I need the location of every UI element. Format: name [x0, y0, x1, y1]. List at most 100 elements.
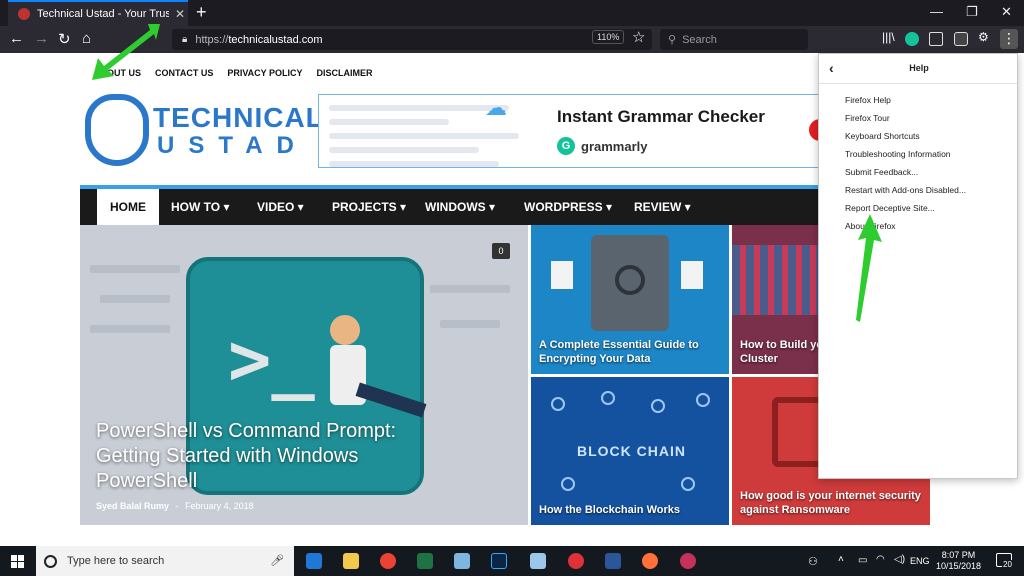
- wifi-icon[interactable]: ◠: [876, 554, 885, 565]
- tab-close-icon[interactable]: ✕: [175, 7, 185, 21]
- nav-home[interactable]: HOME: [97, 189, 159, 225]
- edge-app-icon[interactable]: [306, 553, 322, 569]
- nav-how-to[interactable]: HOW TO ▾: [171, 200, 229, 214]
- notes-app-icon[interactable]: [454, 553, 470, 569]
- help-menu-panel: ‹ Help Firefox Help Firefox Tour Keyboar…: [818, 53, 1018, 479]
- menu-item-submit-feedback[interactable]: Submit Feedback...: [819, 163, 1017, 181]
- file-explorer-app-icon[interactable]: [343, 553, 359, 569]
- top-link-disclaimer[interactable]: DISCLAIMER: [317, 68, 373, 78]
- volume-icon[interactable]: ◁): [894, 554, 905, 565]
- close-window-button[interactable]: ✕: [1001, 4, 1012, 20]
- people-icon[interactable]: ⚇: [808, 555, 818, 568]
- help-menu-list: Firefox Help Firefox Tour Keyboard Short…: [819, 84, 1017, 235]
- lock-icon: 🔒︎: [182, 34, 188, 45]
- clock-time: 8:07 PM: [941, 550, 976, 560]
- ad-banner[interactable]: ☁ Instant Grammar Checker G grammarly: [318, 94, 831, 168]
- nav-review[interactable]: REVIEW ▾: [634, 200, 691, 214]
- cloud-icon: ☁: [485, 95, 507, 120]
- remote-desktop-app-icon[interactable]: [530, 553, 546, 569]
- url-scheme: https://: [195, 33, 229, 46]
- zoom-level[interactable]: 110%: [592, 30, 625, 44]
- screenshot-icon[interactable]: [954, 32, 968, 46]
- forward-arrow-icon[interactable]: →: [34, 30, 49, 47]
- language-indicator[interactable]: ENG: [910, 556, 930, 566]
- library-icon[interactable]: |||\: [882, 30, 896, 44]
- site-logo[interactable]: TECHNICAL USTAD: [85, 94, 323, 168]
- ad-brand: G grammarly: [557, 137, 647, 155]
- logo-text-line1: TECHNICAL: [153, 102, 324, 133]
- app-icon[interactable]: [680, 553, 696, 569]
- menu-item-firefox-help[interactable]: Firefox Help: [819, 91, 1017, 109]
- back-arrow-icon[interactable]: ←: [9, 30, 24, 47]
- menu-item-about-firefox[interactable]: About Firefox: [819, 217, 1017, 235]
- word-app-icon[interactable]: [605, 553, 621, 569]
- excel-app-icon[interactable]: [417, 553, 433, 569]
- taskbar-search-box[interactable]: Type here to search 🎤︎: [36, 546, 294, 576]
- photoshop-app-icon[interactable]: [491, 553, 507, 569]
- firefox-app-icon[interactable]: [642, 553, 658, 569]
- card-title[interactable]: How good is your internet security again…: [740, 489, 925, 517]
- search-bar[interactable]: ⚲ Search: [660, 29, 808, 50]
- prompt-glyph: >_: [228, 317, 315, 401]
- vivaldi-app-icon[interactable]: [568, 553, 584, 569]
- hero-meta: Syed Balal Rumy - February 4, 2018: [96, 501, 254, 511]
- reload-icon[interactable]: ↻: [58, 30, 71, 48]
- extension-icon[interactable]: ⚙: [978, 30, 989, 44]
- document-icon: [551, 261, 573, 289]
- sidebar-icon[interactable]: [929, 32, 943, 46]
- logo-text-line2: USTAD: [157, 132, 308, 159]
- card-title[interactable]: How the Blockchain Works: [539, 503, 680, 517]
- nav-projects[interactable]: PROJECTS ▾: [332, 200, 406, 214]
- menu-item-firefox-tour[interactable]: Firefox Tour: [819, 109, 1017, 127]
- menu-kebab-icon[interactable]: ⋮: [1000, 29, 1018, 49]
- chevron-up-icon[interactable]: ˄: [838, 554, 844, 565]
- taskbar-clock[interactable]: 8:07 PM 10/15/2018: [936, 550, 981, 572]
- windows-start-icon[interactable]: [11, 555, 24, 568]
- restore-button[interactable]: ❐: [966, 4, 978, 20]
- nav-windows[interactable]: WINDOWS ▾: [425, 200, 495, 214]
- help-menu-header: ‹ Help: [819, 54, 1017, 84]
- minimize-button[interactable]: —: [930, 4, 943, 19]
- hero-author[interactable]: Syed Balal Rumy: [96, 501, 169, 511]
- document-icon: [681, 261, 703, 289]
- menu-item-report-deceptive[interactable]: Report Deceptive Site...: [819, 199, 1017, 217]
- menu-item-troubleshooting[interactable]: Troubleshooting Information: [819, 145, 1017, 163]
- cortana-icon: [44, 554, 57, 568]
- comment-count-badge[interactable]: 0: [492, 243, 510, 259]
- clock-date: 10/15/2018: [936, 561, 982, 571]
- hero-date: February 4, 2018: [185, 501, 254, 511]
- card-title[interactable]: A Complete Essential Guide to Encrypting…: [539, 338, 729, 366]
- person-illustration: [330, 315, 360, 345]
- top-link-privacy[interactable]: PRIVACY POLICY: [227, 68, 302, 78]
- search-placeholder: Search: [682, 33, 717, 46]
- search-icon: ⚲: [668, 34, 677, 46]
- annotation-arrow-icon: [856, 214, 882, 322]
- main-nav: HOME HOW TO ▾ VIDEO ▾ PROJECTS ▾ WINDOWS…: [80, 189, 930, 225]
- taskbar-search-placeholder: Type here to search: [67, 555, 165, 567]
- hero-title[interactable]: PowerShell vs Command Prompt: Getting St…: [96, 419, 416, 494]
- grammarly-extension-icon[interactable]: [905, 32, 919, 46]
- new-tab-button[interactable]: +: [196, 2, 207, 23]
- help-menu-title: Help: [909, 63, 929, 73]
- annotation-arrow-icon: [92, 24, 160, 80]
- chrome-app-icon[interactable]: [380, 553, 396, 569]
- ad-headline: Instant Grammar Checker: [557, 107, 765, 126]
- article-card-blockchain[interactable]: BLOCK CHAIN How the Blockchain Works: [531, 377, 729, 525]
- windows-taskbar: Type here to search 🎤︎ ⚇ ˄ ▭ ◠ ◁) ENG 8:…: [0, 546, 1024, 576]
- hero-article[interactable]: >_ 0 PowerShell vs Command Prompt: Getti…: [80, 225, 528, 525]
- bookmark-star-icon[interactable]: ☆: [632, 28, 645, 46]
- notification-count: 20: [1002, 560, 1013, 569]
- battery-icon[interactable]: ▭: [858, 555, 867, 566]
- nav-wordpress[interactable]: WORDPRESS ▾: [524, 200, 612, 214]
- menu-item-restart-addons-disabled[interactable]: Restart with Add-ons Disabled...: [819, 181, 1017, 199]
- ad-brand-name: grammarly: [581, 138, 648, 154]
- nav-video[interactable]: VIDEO ▾: [257, 200, 304, 214]
- tab-title: Technical Ustad - Your Trusted Tech: [37, 8, 169, 20]
- logo-u-icon: [85, 94, 149, 166]
- menu-item-keyboard-shortcuts[interactable]: Keyboard Shortcuts: [819, 127, 1017, 145]
- address-bar[interactable]: 🔒︎ https:// technicalustad.com: [172, 29, 652, 50]
- blockchain-image-text: BLOCK CHAIN: [577, 443, 686, 459]
- url-host: technicalustad.com: [228, 33, 323, 46]
- article-card-encryption[interactable]: A Complete Essential Guide to Encrypting…: [531, 225, 729, 374]
- microphone-icon[interactable]: 🎤︎: [270, 554, 284, 567]
